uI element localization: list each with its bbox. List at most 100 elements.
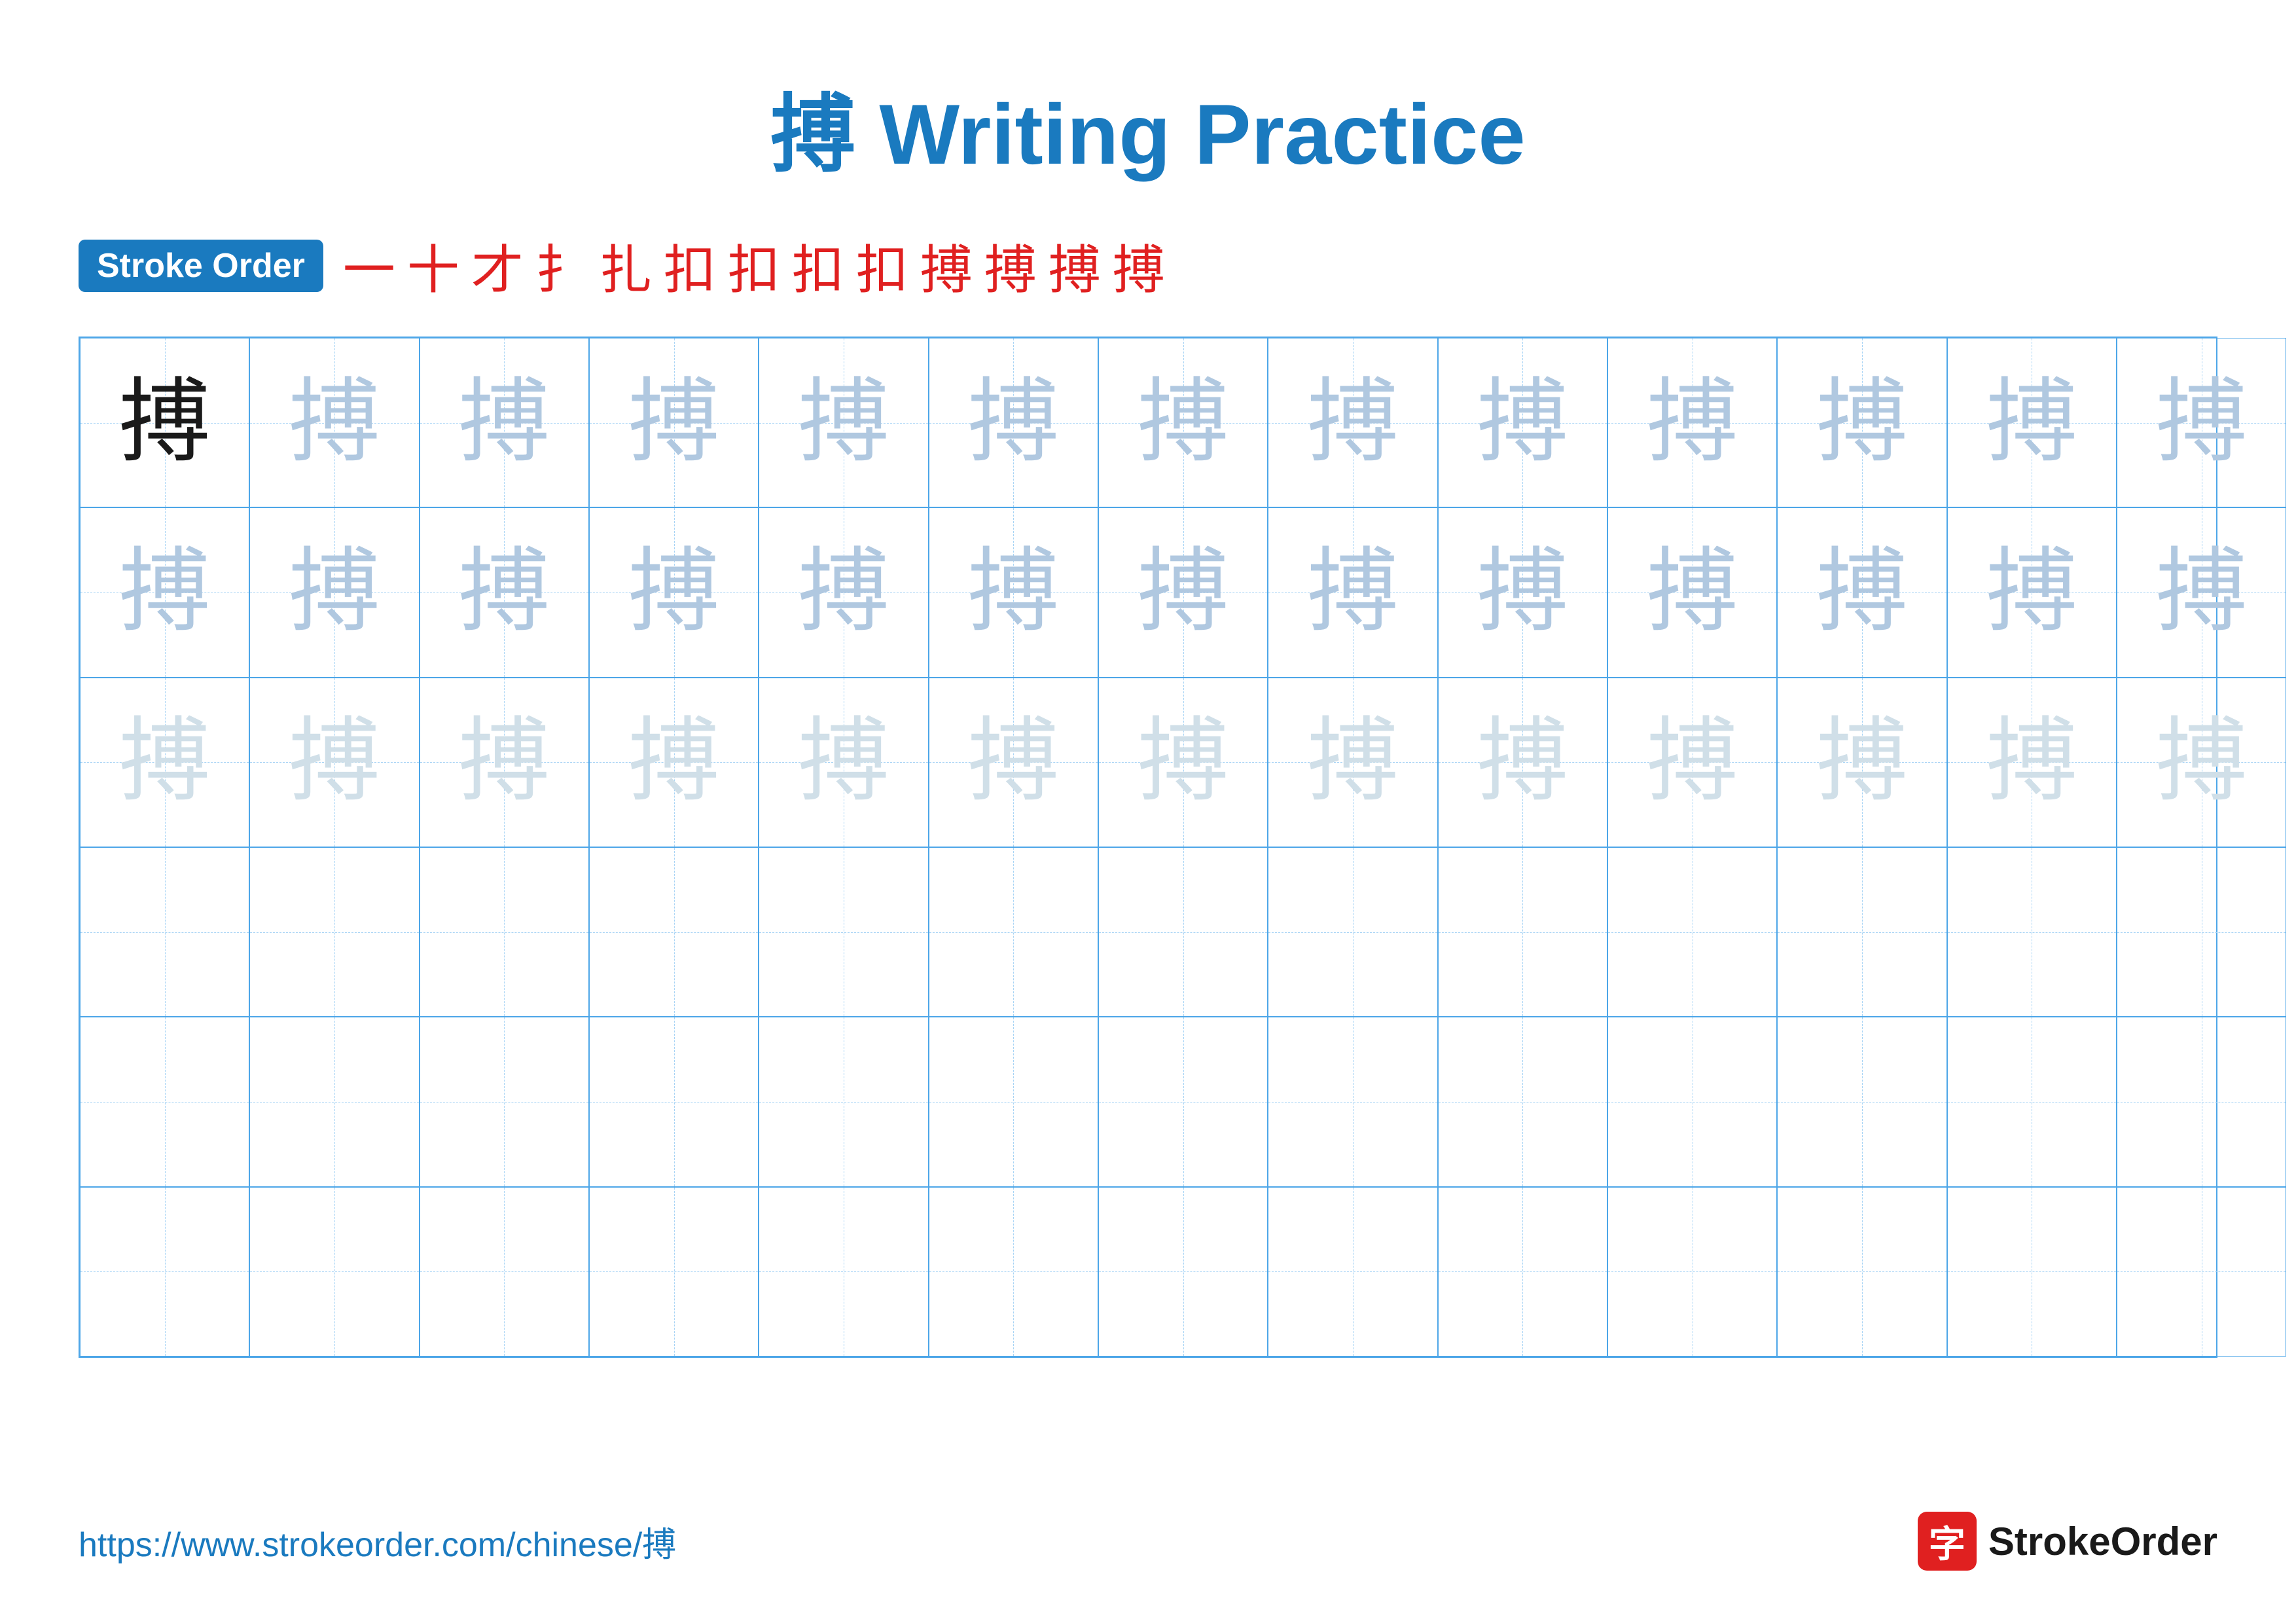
cell-r5c1[interactable] (80, 1017, 249, 1186)
cell-r5c13[interactable] (2117, 1017, 2286, 1186)
cell-r1c5[interactable]: 搏 (759, 338, 928, 507)
cell-r2c4[interactable]: 搏 (589, 507, 759, 677)
cell-r2c8[interactable]: 搏 (1268, 507, 1437, 677)
cell-r2c9[interactable]: 搏 (1438, 507, 1607, 677)
practice-grid: 搏 搏 搏 搏 搏 搏 搏 搏 搏 搏 搏 搏 搏 搏 搏 搏 搏 搏 搏 搏 … (79, 337, 2217, 1358)
cell-r1c3[interactable]: 搏 (420, 338, 589, 507)
stroke-7: 扣 (728, 228, 780, 304)
cell-r4c5[interactable] (759, 847, 928, 1017)
stroke-order-row: Stroke Order 一 十 才 扌 扎 扣 扣 扣 扣 搏 搏 搏 搏 (79, 228, 2217, 304)
cell-r4c8[interactable] (1268, 847, 1437, 1017)
cell-r6c7[interactable] (1098, 1187, 1268, 1357)
cell-r4c4[interactable] (589, 847, 759, 1017)
stroke-9: 扣 (856, 228, 908, 304)
stroke-4: 扌 (535, 228, 588, 304)
cell-r4c10[interactable] (1607, 847, 1777, 1017)
cell-r5c8[interactable] (1268, 1017, 1437, 1186)
cell-r6c1[interactable] (80, 1187, 249, 1357)
cell-r2c13[interactable]: 搏 (2117, 507, 2286, 677)
cell-r6c5[interactable] (759, 1187, 928, 1357)
cell-r1c2[interactable]: 搏 (249, 338, 419, 507)
footer-url[interactable]: https://www.strokeorder.com/chinese/搏 (79, 1517, 676, 1566)
cell-r5c12[interactable] (1947, 1017, 2117, 1186)
stroke-6: 扣 (664, 228, 716, 304)
cell-r1c11[interactable]: 搏 (1777, 338, 1946, 507)
cell-r6c3[interactable] (420, 1187, 589, 1357)
cell-r6c10[interactable] (1607, 1187, 1777, 1357)
page-title: 搏 Writing Practice (770, 86, 1525, 182)
cell-r6c6[interactable] (929, 1187, 1098, 1357)
cell-r2c6[interactable]: 搏 (929, 507, 1098, 677)
cell-r4c13[interactable] (2117, 847, 2286, 1017)
cell-r3c8[interactable]: 搏 (1268, 678, 1437, 847)
cell-r3c12[interactable]: 搏 (1947, 678, 2117, 847)
cell-r2c5[interactable]: 搏 (759, 507, 928, 677)
cell-r5c3[interactable] (420, 1017, 589, 1186)
cell-r2c3[interactable]: 搏 (420, 507, 589, 677)
stroke-12: 搏 (1049, 228, 1101, 304)
cell-r1c4[interactable]: 搏 (589, 338, 759, 507)
cell-r4c11[interactable] (1777, 847, 1946, 1017)
page: 搏 Writing Practice Stroke Order 一 十 才 扌 … (0, 0, 2296, 1623)
cell-r2c2[interactable]: 搏 (249, 507, 419, 677)
cell-r5c2[interactable] (249, 1017, 419, 1186)
cell-r4c12[interactable] (1947, 847, 2117, 1017)
stroke-2: 十 (407, 228, 459, 304)
cell-r3c5[interactable]: 搏 (759, 678, 928, 847)
cell-r6c2[interactable] (249, 1187, 419, 1357)
cell-r1c1[interactable]: 搏 (80, 338, 249, 507)
footer: https://www.strokeorder.com/chinese/搏 字 … (79, 1512, 2217, 1571)
footer-logo: 字 StrokeOrder (1918, 1512, 2217, 1571)
stroke-sequence: 一 十 才 扌 扎 扣 扣 扣 扣 搏 搏 搏 搏 (343, 228, 1165, 304)
stroke-1: 一 (343, 228, 395, 304)
cell-r1c10[interactable]: 搏 (1607, 338, 1777, 507)
cell-r5c4[interactable] (589, 1017, 759, 1186)
title-area: 搏 Writing Practice (79, 65, 2217, 189)
cell-r2c7[interactable]: 搏 (1098, 507, 1268, 677)
cell-r2c11[interactable]: 搏 (1777, 507, 1946, 677)
cell-r3c11[interactable]: 搏 (1777, 678, 1946, 847)
cell-r5c7[interactable] (1098, 1017, 1268, 1186)
cell-r6c12[interactable] (1947, 1187, 2117, 1357)
cell-r3c10[interactable]: 搏 (1607, 678, 1777, 847)
cell-r2c10[interactable]: 搏 (1607, 507, 1777, 677)
cell-r5c11[interactable] (1777, 1017, 1946, 1186)
cell-r5c10[interactable] (1607, 1017, 1777, 1186)
cell-r6c8[interactable] (1268, 1187, 1437, 1357)
cell-r6c9[interactable] (1438, 1187, 1607, 1357)
cell-r6c13[interactable] (2117, 1187, 2286, 1357)
cell-r5c5[interactable] (759, 1017, 928, 1186)
cell-r1c13[interactable]: 搏 (2117, 338, 2286, 507)
cell-r5c6[interactable] (929, 1017, 1098, 1186)
char-dark-r1c1: 搏 (119, 377, 211, 469)
cell-r4c3[interactable] (420, 847, 589, 1017)
stroke-10: 搏 (920, 228, 973, 304)
cell-r4c2[interactable] (249, 847, 419, 1017)
cell-r6c11[interactable] (1777, 1187, 1946, 1357)
cell-r1c9[interactable]: 搏 (1438, 338, 1607, 507)
cell-r1c7[interactable]: 搏 (1098, 338, 1268, 507)
cell-r5c9[interactable] (1438, 1017, 1607, 1186)
cell-r3c2[interactable]: 搏 (249, 678, 419, 847)
cell-r3c13[interactable]: 搏 (2117, 678, 2286, 847)
cell-r4c1[interactable] (80, 847, 249, 1017)
footer-logo-text: StrokeOrder (1988, 1519, 2217, 1564)
cell-r3c9[interactable]: 搏 (1438, 678, 1607, 847)
cell-r2c1[interactable]: 搏 (80, 507, 249, 677)
cell-r1c6[interactable]: 搏 (929, 338, 1098, 507)
stroke-8: 扣 (792, 228, 844, 304)
cell-r3c7[interactable]: 搏 (1098, 678, 1268, 847)
cell-r1c8[interactable]: 搏 (1268, 338, 1437, 507)
cell-r3c6[interactable]: 搏 (929, 678, 1098, 847)
cell-r3c4[interactable]: 搏 (589, 678, 759, 847)
cell-r1c12[interactable]: 搏 (1947, 338, 2117, 507)
cell-r2c12[interactable]: 搏 (1947, 507, 2117, 677)
cell-r4c6[interactable] (929, 847, 1098, 1017)
stroke-13: 搏 (1113, 228, 1165, 304)
cell-r3c3[interactable]: 搏 (420, 678, 589, 847)
cell-r4c7[interactable] (1098, 847, 1268, 1017)
cell-r4c9[interactable] (1438, 847, 1607, 1017)
cell-r3c1[interactable]: 搏 (80, 678, 249, 847)
cell-r6c4[interactable] (589, 1187, 759, 1357)
stroke-5: 扎 (600, 228, 652, 304)
